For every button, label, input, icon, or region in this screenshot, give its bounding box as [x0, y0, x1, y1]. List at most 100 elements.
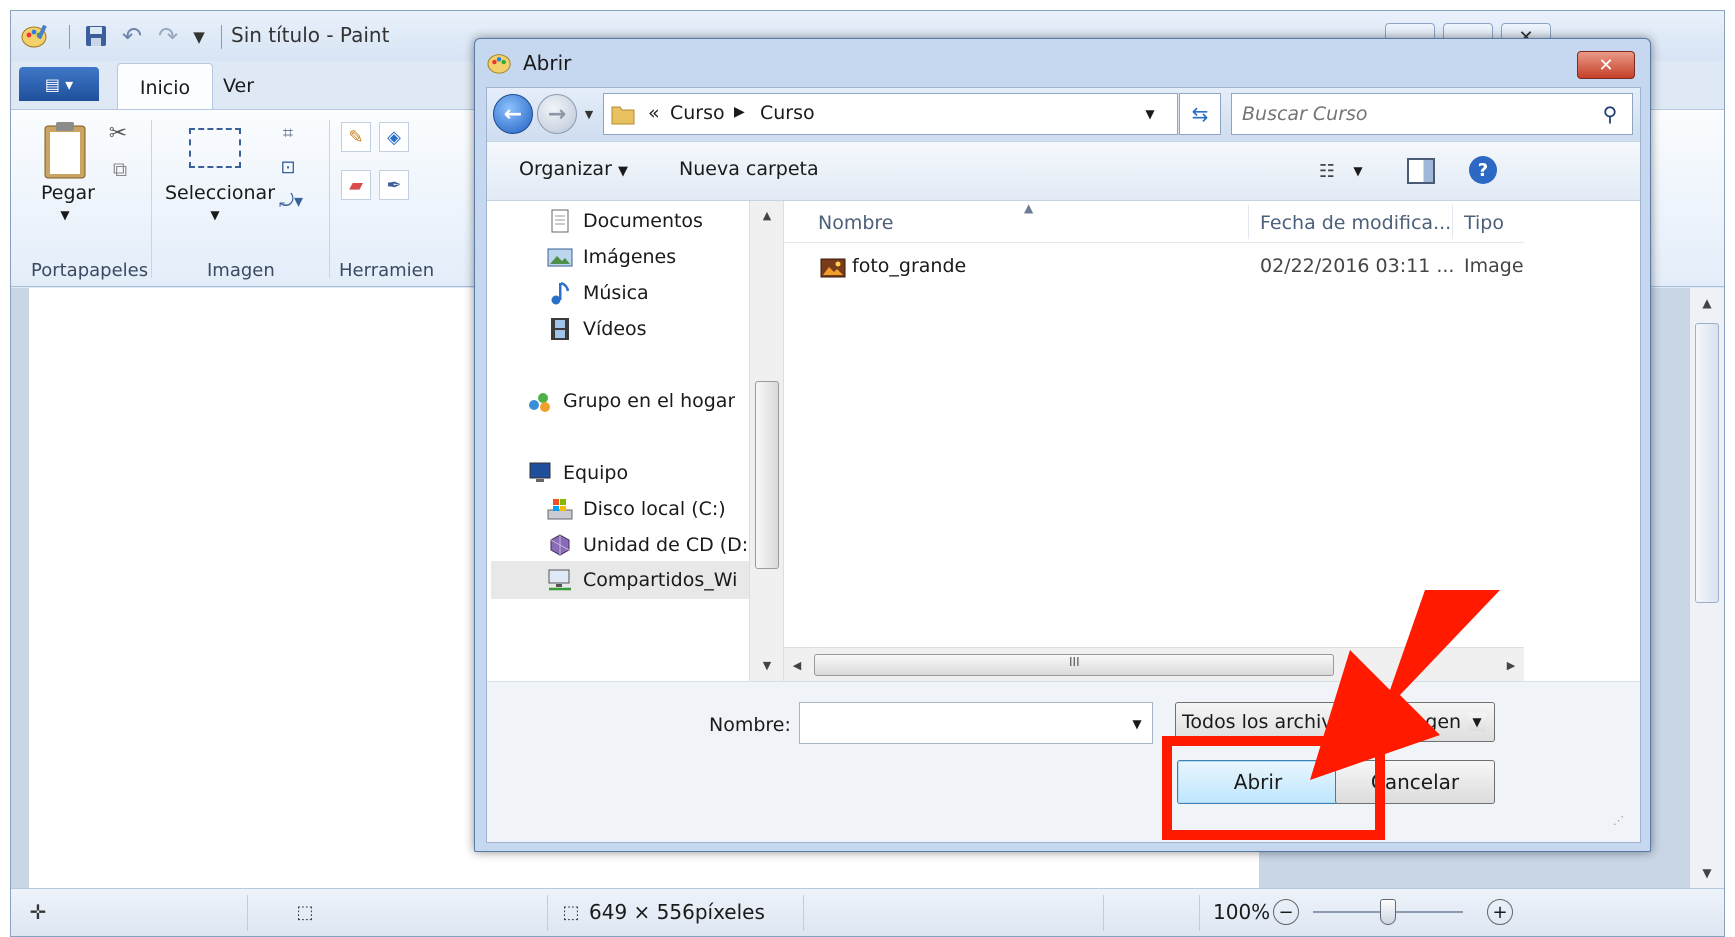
selection-size-icon: ⬚ [296, 901, 314, 923]
refresh-button[interactable]: ⇆ [1179, 93, 1221, 135]
dialog-help-icon[interactable]: ? [1469, 156, 1497, 184]
canvas-vertical-scrollbar[interactable]: ▲ ▼ [1689, 288, 1724, 888]
eraser-icon[interactable]: ▰ [341, 170, 371, 200]
videos-icon [551, 318, 569, 340]
nav-item-disco-local[interactable]: Disco local (C:) [547, 491, 726, 527]
documents-icon [551, 209, 569, 233]
nav-item-equipo[interactable]: Equipo [527, 455, 628, 491]
breadcrumb-item-2[interactable]: Curso [760, 102, 815, 124]
select-button[interactable]: Seleccionar [165, 182, 275, 204]
music-icon [551, 281, 570, 305]
group-label-portapapeles: Portapapeles [31, 260, 149, 281]
organize-button[interactable]: Organizar ▼ [519, 158, 628, 180]
dialog-close-button[interactable]: ✕ [1577, 51, 1635, 79]
nav-item-unidad-cd[interactable]: Unidad de CD (D: [547, 527, 748, 563]
scroll-up-icon[interactable]: ▲ [1690, 290, 1724, 316]
image-file-icon [820, 258, 846, 278]
folder-icon [610, 101, 636, 127]
redo-icon[interactable]: ↷ [155, 22, 181, 50]
column-fecha[interactable]: Fecha de modifica... [1260, 212, 1451, 234]
cd-drive-icon [550, 534, 570, 556]
nav-scroll-thumb[interactable] [755, 381, 779, 569]
refresh-icon: ⇆ [1191, 102, 1209, 126]
paste-dropdown-icon[interactable]: ▼ [55, 208, 75, 222]
breadcrumb-separator-icon[interactable]: ▶ [734, 104, 745, 120]
preview-pane-icon[interactable] [1407, 158, 1435, 184]
history-dropdown-icon[interactable]: ▼ [581, 106, 597, 122]
address-bar[interactable]: « Curso ▶ Curso ▼ [603, 93, 1178, 135]
nav-item-compartidos[interactable]: Compartidos_Wi [491, 561, 751, 599]
cut-icon[interactable]: ✂ [105, 120, 131, 146]
scroll-down-icon[interactable]: ▼ [1690, 860, 1724, 886]
dialog-title: Abrir [523, 51, 572, 75]
breadcrumb-item-1[interactable]: Curso [670, 102, 725, 124]
forward-button[interactable]: → [537, 94, 577, 134]
select-icon[interactable] [189, 128, 241, 168]
back-button[interactable]: ← [493, 94, 533, 134]
crop-icon[interactable]: ⌗ [275, 120, 301, 146]
save-icon[interactable] [83, 23, 109, 49]
status-bar: ✛ ⬚ ⬚ 649 × 556píxeles 100% − + [11, 888, 1724, 936]
column-header-row: Nombre ▲ Fecha de modifica... Tipo [784, 201, 1524, 243]
homegroup-icon [529, 393, 550, 412]
search-box[interactable]: ⚲ [1231, 93, 1633, 135]
fill-icon[interactable]: ◈ [379, 122, 409, 152]
nav-vertical-scrollbar[interactable]: ▲ ▼ [749, 201, 783, 681]
column-tipo[interactable]: Tipo [1464, 212, 1504, 234]
filename-dropdown-icon[interactable]: ▼ [1128, 715, 1146, 733]
breadcrumb-overflow[interactable]: « [648, 102, 660, 124]
back-arrow-icon: ← [503, 101, 523, 127]
new-folder-button[interactable]: Nueva carpeta [679, 158, 819, 180]
file-row[interactable]: foto_grande 02/22/2016 03:11 ... Imagen … [784, 251, 1524, 285]
zoom-level: 100% [1213, 900, 1271, 924]
clipboard-icon[interactable] [39, 118, 91, 182]
close-icon: ✕ [1598, 54, 1614, 76]
nav-label: Unidad de CD (D: [583, 534, 749, 556]
image-dimensions: 649 × 556píxeles [589, 900, 765, 924]
undo-icon[interactable]: ↶ [119, 22, 145, 50]
nav-item-musica[interactable]: Música [547, 275, 649, 311]
file-list: Nombre ▲ Fecha de modifica... Tipo foto_… [784, 201, 1640, 681]
resize-grip-icon[interactable]: ⋰ [1613, 814, 1624, 827]
paint-menu-button[interactable]: ▤ ▾ [19, 67, 99, 101]
computer-icon [529, 462, 551, 482]
zoom-slider-thumb[interactable] [1380, 899, 1396, 925]
nav-scroll-down-icon[interactable]: ▼ [750, 655, 784, 675]
zoom-in-button[interactable]: + [1487, 899, 1513, 925]
dialog-app-icon [487, 51, 513, 75]
nav-item-grupo-hogar[interactable]: Grupo en el hogar [527, 383, 735, 419]
filename-input[interactable] [808, 709, 1108, 737]
nav-item-imagenes[interactable]: Imágenes [547, 239, 676, 275]
network-share-icon [548, 569, 571, 591]
column-nombre[interactable]: Nombre [818, 212, 894, 234]
image-size-icon: ⬚ [562, 901, 580, 923]
select-dropdown-icon[interactable]: ▼ [205, 208, 225, 222]
search-icon[interactable]: ⚲ [1598, 102, 1622, 126]
quick-access-dropdown-icon[interactable]: ▼ [189, 25, 209, 49]
pencil-icon[interactable]: ✎ [341, 122, 371, 152]
local-disk-icon [547, 499, 573, 520]
zoom-out-button[interactable]: − [1273, 899, 1299, 925]
view-dropdown-icon[interactable]: ▼ [1349, 162, 1367, 180]
tab-ver[interactable]: Ver [223, 75, 254, 97]
paste-button[interactable]: Pegar [41, 182, 95, 204]
search-input[interactable] [1242, 100, 1582, 128]
navigation-pane: Documentos Imágenes Música Vídeos Grupo … [487, 201, 784, 681]
resize-icon[interactable]: ⊡ [275, 154, 301, 180]
file-list-scroll-thumb[interactable]: III [814, 654, 1334, 676]
scroll-thumb[interactable] [1695, 323, 1719, 603]
copy-icon[interactable]: ⧉ [107, 156, 133, 182]
paint-app-icon[interactable] [21, 23, 49, 49]
color-picker-icon[interactable]: ✒ [379, 170, 409, 200]
nav-item-videos[interactable]: Vídeos [547, 311, 647, 347]
rotate-icon[interactable]: ⤾▾ [273, 188, 309, 214]
nav-item-documentos[interactable]: Documentos [547, 203, 703, 239]
nav-scroll-up-icon[interactable]: ▲ [750, 205, 784, 225]
scroll-left-icon[interactable]: ◀ [786, 654, 808, 676]
view-options-icon[interactable]: ☷ [1313, 158, 1341, 184]
nav-label: Compartidos_Wi [583, 569, 738, 591]
tab-inicio[interactable]: Inicio [117, 63, 213, 111]
filename-combobox[interactable]: ▼ [799, 702, 1153, 744]
address-dropdown-icon[interactable]: ▼ [1140, 104, 1160, 124]
address-bar-row: ← → ▼ « Curso ▶ Curso ▼ ⇆ ⚲ [487, 88, 1640, 141]
